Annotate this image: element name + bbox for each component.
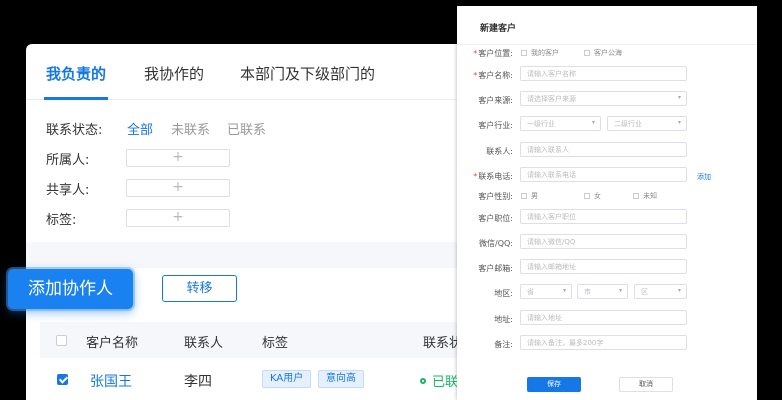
cancel-button[interactable]: 取消 (619, 377, 673, 392)
chevron-down-icon: ▾ (677, 94, 681, 101)
tag-filter-label: 标签: (46, 213, 77, 228)
row-checkbox[interactable] (57, 374, 68, 385)
industry-label: 客户行业: (478, 121, 513, 130)
select-all-checkbox[interactable] (56, 335, 67, 346)
tab-my-collaborating[interactable]: 我协作的 (144, 63, 204, 84)
wechat-label: 微信/QQ: (479, 239, 513, 248)
contact-input[interactable]: 请输入联系人 (520, 142, 687, 157)
customer-name-input[interactable]: 请输入客户名称 (520, 66, 687, 81)
new-customer-modal: 新建客户 *客户位置: 我的客户 客户公海 *客户名称: 请输入客户名称 客户来… (457, 6, 757, 400)
district-select[interactable]: 区 ▾ (634, 284, 687, 299)
source-select[interactable]: 请选择客户来源 ▾ (520, 91, 687, 106)
chevron-down-icon: ▾ (562, 287, 566, 294)
gender-option-female[interactable]: 女 (584, 191, 601, 201)
shared-add-button[interactable]: + (126, 179, 230, 197)
phone-label: *联系电话: (473, 172, 513, 181)
save-button[interactable]: 保存 (527, 377, 581, 392)
gender-option-unknown[interactable]: 未知 (633, 191, 657, 201)
name-label: *客户名称: (473, 71, 513, 80)
shared-filter-label: 共享人: (46, 183, 90, 198)
region-label: 地区: (494, 289, 513, 298)
status-filter-label: 联系状态: (46, 123, 103, 138)
tab-my-responsible[interactable]: 我负责的 (46, 63, 106, 84)
status-dot-icon (420, 378, 426, 384)
position-label: *客户位置: (473, 49, 513, 58)
section-divider (26, 242, 506, 268)
email-label: 客户邮箱: (478, 264, 513, 273)
tag-high-intent: 意向高 (318, 370, 364, 388)
status-option-contacted[interactable]: 已联系 (227, 119, 266, 138)
email-input[interactable]: 请输入邮箱地址 (520, 259, 687, 274)
tag-add-button[interactable]: + (126, 209, 230, 227)
add-phone-link[interactable]: 添加 (697, 172, 711, 182)
chevron-down-icon: ▾ (591, 119, 595, 126)
title-label: 客户职位: (478, 214, 513, 223)
position-option-pool[interactable]: 客户公海 (584, 48, 622, 58)
note-input[interactable]: 请输入备注，最多200字 (520, 335, 687, 350)
tab-bar: 我负责的 我协作的 本部门及下级部门的 (26, 44, 506, 100)
tag-ka-user: KA用户 (262, 370, 312, 388)
status-badge: 已联 (420, 371, 458, 390)
gender-label: 客户性别: (478, 192, 513, 201)
title-input[interactable]: 请输入客户职位 (520, 209, 687, 224)
industry-1-select[interactable]: 一级行业 ▾ (520, 116, 601, 131)
header-tags: 标签 (262, 336, 289, 351)
industry-2-select[interactable]: 二级行业 ▾ (607, 116, 687, 131)
transfer-button[interactable]: 转移 (162, 275, 237, 302)
wechat-input[interactable]: 请输入微信/QQ (520, 234, 687, 249)
owner-filter-label: 所属人: (46, 153, 90, 168)
chevron-down-icon: ▾ (618, 287, 622, 294)
table-header: 客户名称 联系人 标签 联系状 (40, 322, 506, 358)
add-collaborator-button[interactable]: 添加协作人 (8, 269, 133, 309)
note-label: 备注: (494, 340, 513, 349)
contact-label: 联系人: (486, 147, 513, 156)
tab-department[interactable]: 本部门及下级部门的 (240, 63, 375, 84)
source-label: 客户来源: (478, 96, 513, 105)
status-text: 已联 (432, 375, 459, 390)
status-option-uncontacted[interactable]: 未联系 (171, 119, 210, 138)
owner-add-button[interactable]: + (126, 149, 230, 167)
contact-name: 李四 (184, 374, 212, 390)
header-contact: 联系人 (184, 336, 224, 351)
chevron-down-icon: ▾ (677, 119, 681, 126)
gender-option-male[interactable]: 男 (521, 191, 538, 201)
phone-input[interactable]: 请输入联系电话 (520, 167, 687, 182)
status-option-all[interactable]: 全部 (127, 119, 153, 138)
chevron-down-icon: ▾ (677, 287, 681, 294)
address-label: 地址: (494, 315, 513, 324)
position-option-mine[interactable]: 我的客户 (521, 48, 559, 58)
header-customer-name: 客户名称 (86, 336, 139, 351)
address-input[interactable]: 请输入地址 (520, 310, 687, 325)
city-select[interactable]: 市 ▾ (577, 284, 628, 299)
customer-list-panel: 我负责的 我协作的 本部门及下级部门的 联系状态: 全部 未联系 已联系 所属人… (26, 44, 506, 400)
modal-title: 新建客户 (457, 6, 757, 45)
customer-name-link[interactable]: 张国王 (90, 371, 132, 391)
active-tab-indicator (44, 97, 108, 100)
province-select[interactable]: 省 ▾ (520, 284, 572, 299)
